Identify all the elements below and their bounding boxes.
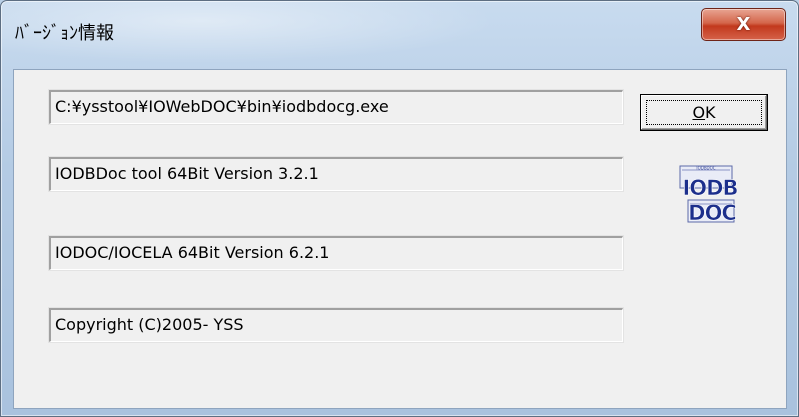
logo-line2: DOC [688, 201, 736, 225]
ok-button-label: OK [692, 103, 716, 122]
iodb-doc-logo-icon: IODBDOC IODB DOC [679, 165, 739, 225]
logo-caption: IODBDOC [696, 166, 715, 171]
close-button[interactable]: X [701, 8, 786, 41]
ok-button[interactable]: OK [640, 94, 768, 131]
logo-line1: IODB [682, 176, 737, 200]
copyright-field: Copyright (C)2005- YSS [48, 307, 624, 343]
dialog-client-area: C:¥ysstool¥IOWebDOC¥bin¥iodbdocg.exe IOD… [13, 69, 787, 409]
tool-version-field: IODBDoc tool 64Bit Version 3.2.1 [48, 156, 624, 192]
about-dialog-window: ﾊﾞｰｼﾞｮﾝ情報 X C:¥ysstool¥IOWebDOC¥bin¥iodb… [0, 0, 799, 417]
library-version-field: IODOC/IOCELA 64Bit Version 6.2.1 [48, 235, 624, 271]
exe-path-field: C:¥ysstool¥IOWebDOC¥bin¥iodbdocg.exe [48, 89, 624, 125]
window-title: ﾊﾞｰｼﾞｮﾝ情報 [15, 23, 114, 44]
